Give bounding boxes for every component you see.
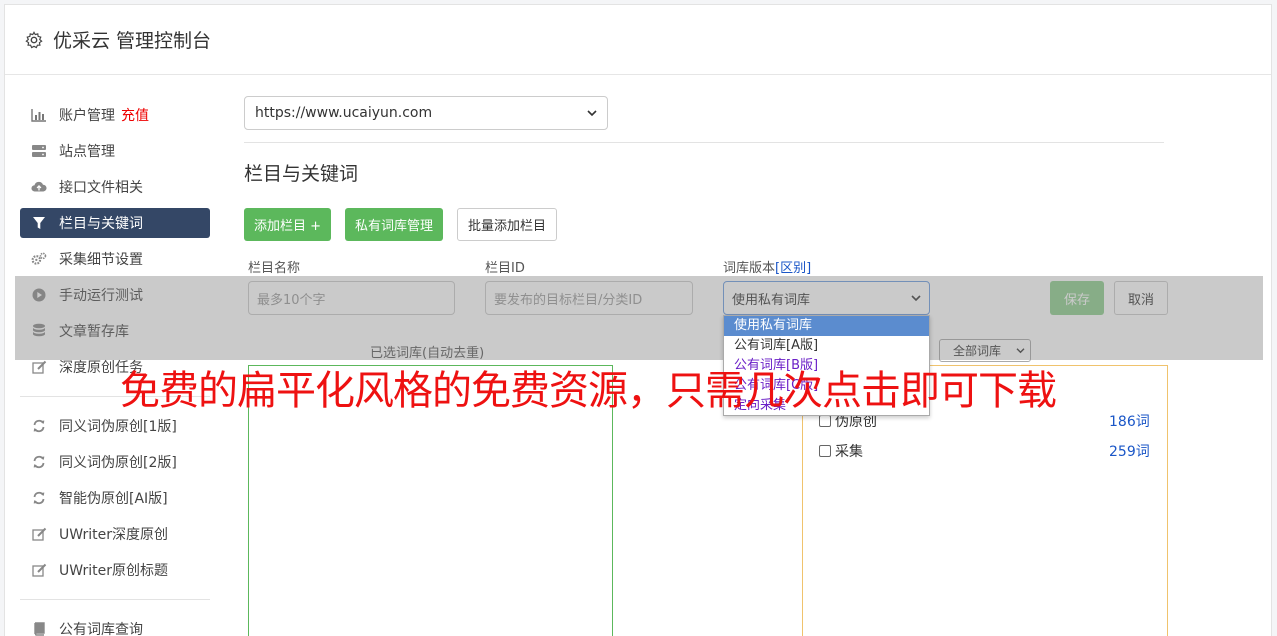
sidebar-item-label: 公有词库查询 <box>59 622 143 636</box>
server-icon <box>31 143 47 159</box>
sidebar-item-collect-settings[interactable]: 采集细节设置 <box>20 244 210 274</box>
edit-icon <box>31 359 47 375</box>
lexicon-item-label: 采集 <box>835 444 863 460</box>
sidebar-item-synonym-v2[interactable]: 同义词伪原创[2版] <box>20 447 210 477</box>
checkbox[interactable] <box>819 415 831 427</box>
column-name-label: 栏目名称 <box>248 261 301 276</box>
gear-icon <box>25 30 43 48</box>
edit-icon <box>31 526 47 542</box>
divider <box>244 142 1164 143</box>
lexicon-version-text: 词库版本 <box>723 261 776 276</box>
recharge-link[interactable]: 充值 <box>121 105 149 125</box>
sidebar-item-uwriter-title[interactable]: UWriter原创标题 <box>20 555 210 585</box>
sidebar-item-label: UWriter深度原创 <box>59 527 168 543</box>
sidebar-item-label: 栏目与关键词 <box>59 216 143 232</box>
sidebar-item-label: 采集细节设置 <box>59 252 143 268</box>
chevron-down-icon <box>587 110 597 117</box>
site-select-value: https://www.ucaiyun.com <box>255 105 433 121</box>
lexicon-version-label: 词库版本[区别] <box>723 257 811 276</box>
sidebar-item-public-lexicon[interactable]: 公有词库查询 <box>20 614 210 636</box>
app-title: 优采云 管理控制台 <box>53 30 212 52</box>
dropdown-option[interactable]: 公有词库[A版] <box>724 336 929 356</box>
sidebar-item-account[interactable]: 账户管理 充值 <box>20 100 210 130</box>
section-title: 栏目与关键词 <box>244 163 359 185</box>
sidebar-item-label: 账户管理 <box>59 108 115 124</box>
promo-banner-text: 免费的扁平化风格的免费资源，只需几次点击即可下载 <box>120 368 1057 414</box>
dropdown-option[interactable]: 使用私有词库 <box>724 316 929 336</box>
column-id-label: 栏目ID <box>485 261 525 276</box>
sidebar-item-uwriter-deep[interactable]: UWriter深度原创 <box>20 519 210 549</box>
difference-link[interactable]: [区别] <box>775 261 811 276</box>
header: 优采云 管理控制台 <box>5 5 1271 75</box>
sidebar-item-label: UWriter原创标题 <box>59 563 168 579</box>
lexicon-item[interactable]: 采集 <box>819 441 863 461</box>
refresh-icon <box>31 454 47 470</box>
sidebar-item-interface-files[interactable]: 接口文件相关 <box>20 172 210 202</box>
edit-icon <box>31 562 47 578</box>
refresh-icon <box>31 418 47 434</box>
action-buttons: 添加栏目 + 私有词库管理 批量添加栏目 <box>244 208 1164 241</box>
sidebar-item-label: 接口文件相关 <box>59 180 143 196</box>
sidebar-item-ai-rewrite[interactable]: 智能伪原创[AI版] <box>20 483 210 513</box>
lexicon-item-count: 259词 <box>1109 444 1150 460</box>
form-labels: 栏目名称 栏目ID 词库版本[区别] <box>244 257 1164 277</box>
bar-chart-icon <box>31 107 47 123</box>
add-column-button[interactable]: 添加栏目 + <box>244 208 332 241</box>
refresh-icon <box>31 490 47 506</box>
private-lexicon-button[interactable]: 私有词库管理 <box>345 208 444 241</box>
main-content: https://www.ucaiyun.com 栏目与关键词 添加栏目 + 私有… <box>244 96 1164 277</box>
checkbox[interactable] <box>819 445 831 457</box>
lexicon-item-count: 186词 <box>1109 414 1150 430</box>
cogs-icon <box>31 251 47 267</box>
site-select[interactable]: https://www.ucaiyun.com <box>244 96 608 130</box>
cloud-upload-icon <box>31 179 47 195</box>
batch-add-button[interactable]: 批量添加栏目 <box>457 208 558 241</box>
book-icon <box>31 621 47 636</box>
filter-icon <box>31 215 47 231</box>
sidebar-item-columns-keywords[interactable]: 栏目与关键词 <box>20 208 210 238</box>
sidebar-item-sites[interactable]: 站点管理 <box>20 136 210 166</box>
sidebar-item-label: 智能伪原创[AI版] <box>59 491 168 507</box>
sidebar-item-label: 同义词伪原创[1版] <box>59 419 177 435</box>
overlay-band <box>15 276 1263 360</box>
sidebar-item-label: 同义词伪原创[2版] <box>59 455 177 471</box>
sidebar-item-label: 站点管理 <box>59 144 115 160</box>
sidebar-divider <box>20 599 210 600</box>
